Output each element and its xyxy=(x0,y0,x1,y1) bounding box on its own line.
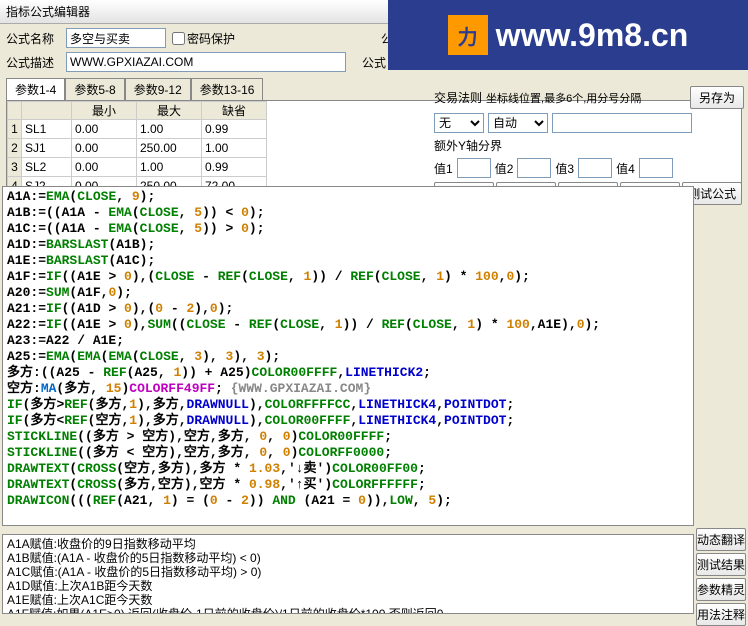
desc-line: A1A赋值:收盘价的9日指数移动平均 xyxy=(7,537,689,551)
password-label: 密码保护 xyxy=(187,30,235,47)
side-button-3[interactable]: 用法注释 xyxy=(696,603,746,626)
param-max[interactable] xyxy=(137,120,201,138)
param-def[interactable] xyxy=(202,139,266,157)
password-checkbox[interactable] xyxy=(172,32,185,45)
name-label: 公式名称 xyxy=(6,30,60,47)
desc-label: 公式描述 xyxy=(6,54,60,71)
formula-name-input[interactable] xyxy=(66,28,166,48)
param-name[interactable] xyxy=(22,120,71,138)
param-max[interactable] xyxy=(137,158,201,176)
value3-input[interactable] xyxy=(578,158,612,178)
rule-select[interactable]: 无 xyxy=(434,113,484,133)
param-name[interactable] xyxy=(22,139,71,157)
code-editor[interactable]: A1A:=EMA(CLOSE, 9); A1B:=((A1A - EMA(CLO… xyxy=(2,186,694,526)
coord-select[interactable]: 自动 xyxy=(488,113,548,133)
value1-input[interactable] xyxy=(457,158,491,178)
coord-input[interactable] xyxy=(552,113,692,133)
tab-params-1-4[interactable]: 参数1-4 xyxy=(6,78,65,100)
coord-label: 坐标线位置,最多6个,用分号分隔 xyxy=(486,90,686,106)
desc-line: A1E赋值:上次A1C距今天数 xyxy=(7,593,689,607)
value4-input[interactable] xyxy=(639,158,673,178)
desc-line: A1D赋值:上次A1B距今天数 xyxy=(7,579,689,593)
tab-params-9-12[interactable]: 参数9-12 xyxy=(125,78,191,100)
param-min[interactable] xyxy=(72,139,136,157)
saveas-button[interactable]: 另存为 xyxy=(690,86,744,109)
desc-line: A1B赋值:(A1A - 收盘价的5日指数移动平均) < 0) xyxy=(7,551,689,565)
param-min[interactable] xyxy=(72,158,136,176)
watermark-logo: 力 xyxy=(448,15,488,55)
param-min[interactable] xyxy=(72,120,136,138)
watermark: 力 www.9m8.cn xyxy=(388,0,748,70)
tab-params-13-16[interactable]: 参数13-16 xyxy=(191,78,264,100)
side-button-1[interactable]: 测试结果 xyxy=(696,553,746,576)
side-button-0[interactable]: 动态翻译 xyxy=(696,528,746,551)
side-button-2[interactable]: 参数精灵 xyxy=(696,578,746,601)
value2-input[interactable] xyxy=(517,158,551,178)
formula-desc-input[interactable] xyxy=(66,52,346,72)
description-panel[interactable]: A1A赋值:收盘价的9日指数移动平均A1B赋值:(A1A - 收盘价的5日指数移… xyxy=(2,534,694,614)
param-def[interactable] xyxy=(202,120,266,138)
desc-line: A1F赋值:如果(A1E>0),返回(收盘价-1日前的收盘价)/1日前的收盘价*… xyxy=(7,607,689,614)
extray-label: 额外Y轴分界 xyxy=(434,137,502,154)
desc-line: A1C赋值:(A1A - 收盘价的5日指数移动平均) > 0) xyxy=(7,565,689,579)
param-name[interactable] xyxy=(22,158,71,176)
param-def[interactable] xyxy=(202,158,266,176)
rule-label: 交易法则 xyxy=(434,89,482,106)
param-max[interactable] xyxy=(137,139,201,157)
right-label-2: 公式 xyxy=(362,54,386,71)
tab-params-5-8[interactable]: 参数5-8 xyxy=(65,78,124,100)
